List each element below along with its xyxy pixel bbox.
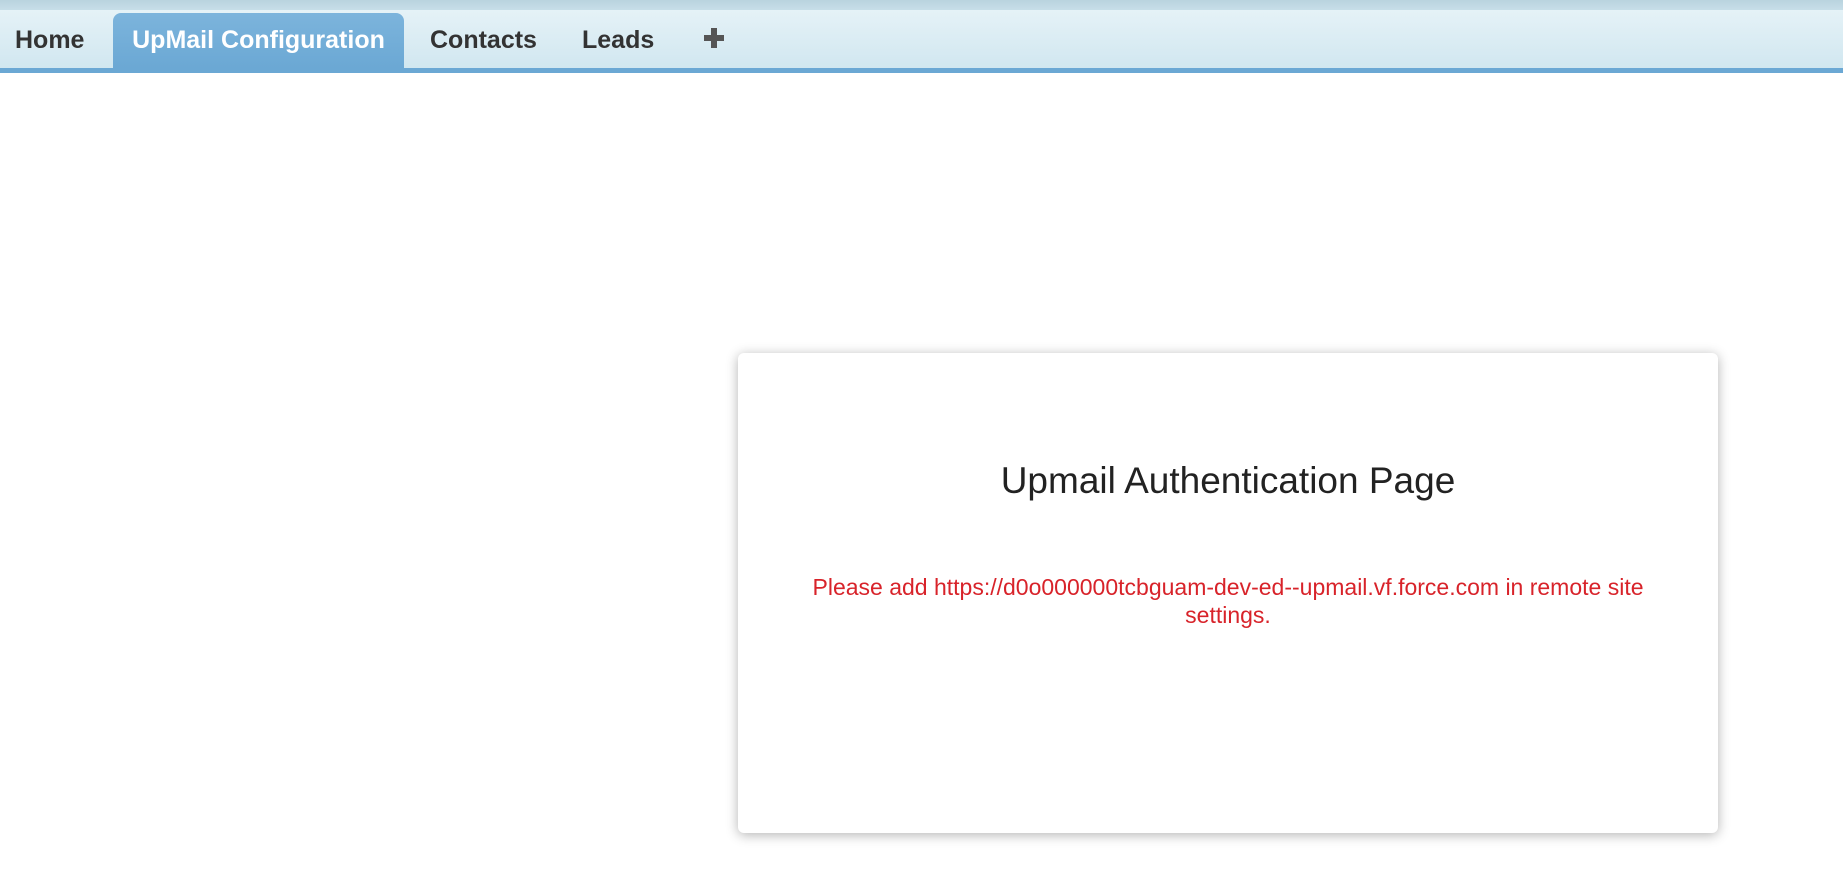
tab-leads[interactable]: Leads [567, 13, 669, 68]
plus-icon [704, 28, 724, 49]
tab-bar: Home UpMail Configuration Contacts Leads [0, 10, 1843, 73]
tab-contacts[interactable]: Contacts [415, 13, 552, 68]
top-strip [0, 0, 1843, 10]
error-message: Please add https://d0o000000tcbguam-dev-… [812, 574, 1644, 628]
tab-home[interactable]: Home [0, 13, 99, 68]
auth-card: Upmail Authentication Page Please add ht… [738, 353, 1718, 833]
page-title: Upmail Authentication Page [1000, 460, 1456, 501]
all-tabs-button[interactable] [689, 13, 739, 68]
tab-upmail-configuration[interactable]: UpMail Configuration [113, 13, 404, 68]
